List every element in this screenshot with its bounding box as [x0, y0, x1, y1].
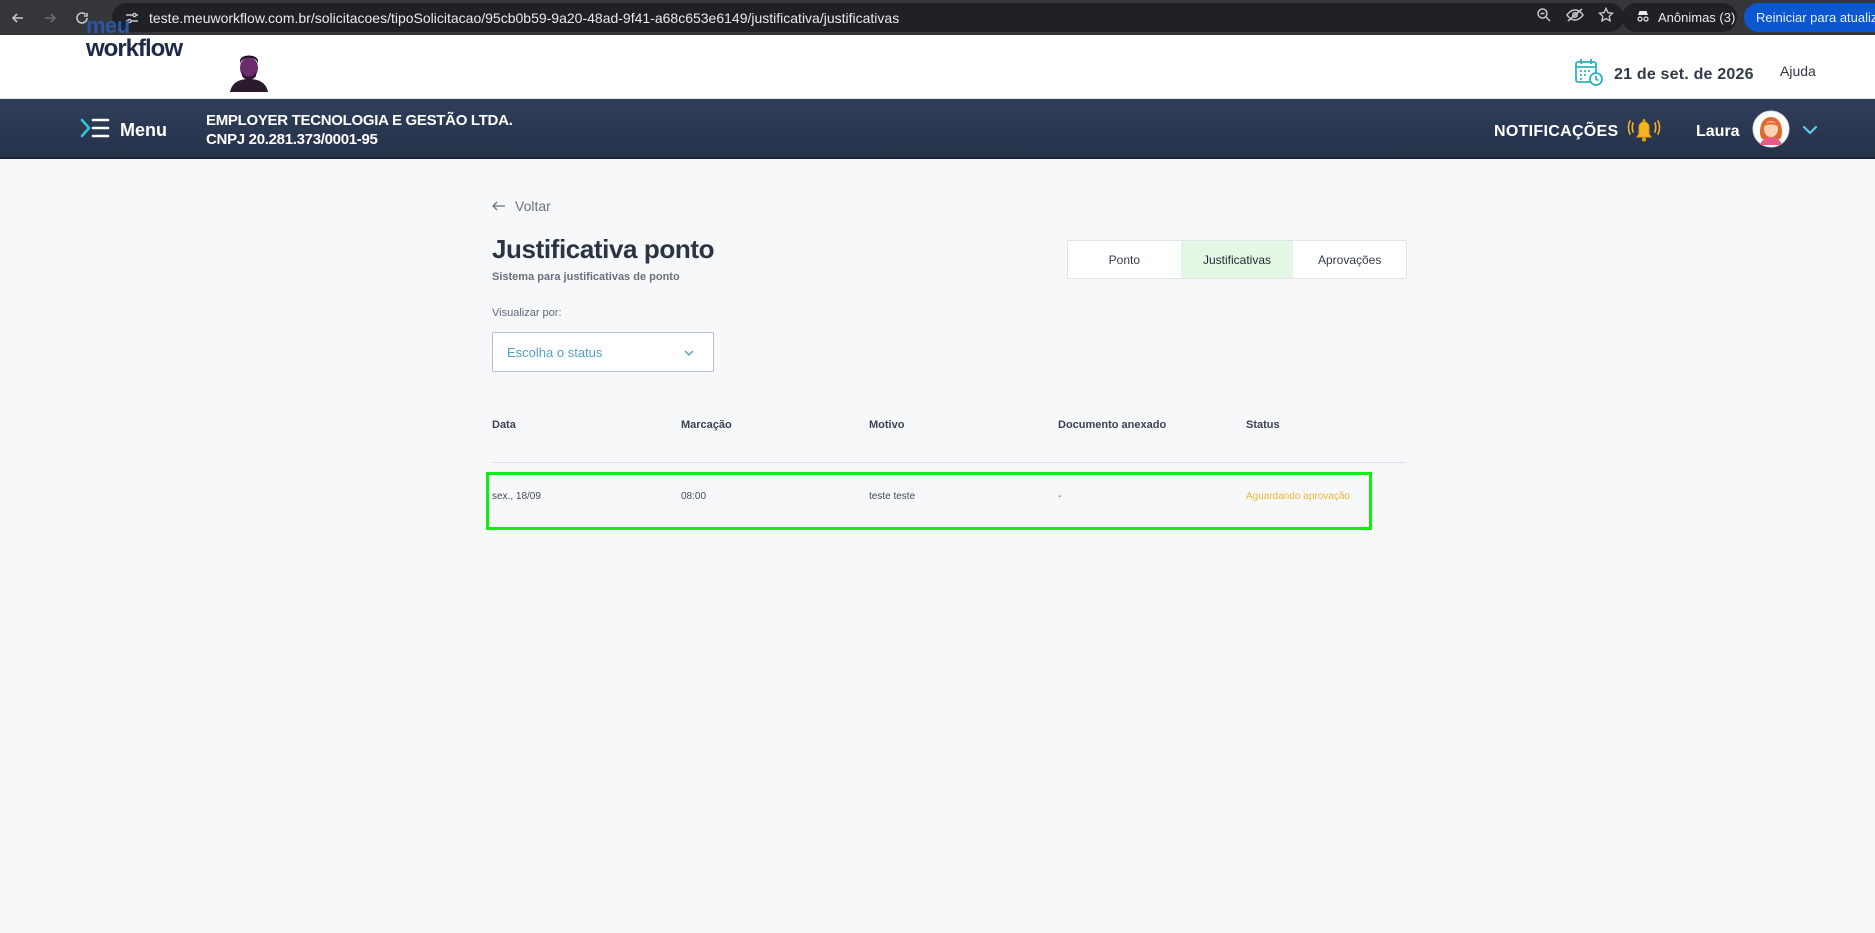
company-name: EMPLOYER TECNOLOGIA E GESTÃO LTDA.	[206, 112, 513, 129]
incognito-label: Anônimas (3)	[1658, 10, 1736, 25]
help-link[interactable]: Ajuda	[1780, 63, 1816, 79]
company-photo	[226, 52, 272, 92]
logo-line1: meu	[86, 13, 130, 38]
back-link[interactable]: Voltar	[492, 198, 551, 214]
incognito-indicator[interactable]: Anônimas (3)	[1622, 3, 1737, 32]
table-row[interactable]	[486, 472, 1372, 530]
menu-icon	[80, 117, 110, 144]
column-header-documento: Documento anexado	[1058, 419, 1167, 431]
meuworkflow-logo[interactable]: meu workflow	[86, 13, 183, 62]
user-avatar-icon	[1752, 110, 1790, 153]
date-text: 21 de set. de 2026	[1614, 65, 1754, 83]
eye-off-icon[interactable]	[1566, 7, 1584, 28]
status-select-placeholder: Escolha o status	[507, 344, 603, 360]
url-text: teste.meuworkflow.com.br/solicitacoes/ti…	[149, 9, 900, 26]
logo-line2: workflow	[86, 34, 183, 62]
restart-to-update-button[interactable]: Reiniciar para atualizar	[1744, 3, 1875, 32]
arrow-left-icon	[492, 198, 506, 214]
calendar-clock-icon	[1574, 57, 1604, 92]
current-date: 21 de set. de 2026	[1574, 57, 1754, 92]
bookmark-star-icon[interactable]	[1597, 6, 1615, 28]
view-by-label: Visualizar por:	[492, 307, 562, 319]
column-header-marcacao: Marcação	[681, 419, 732, 431]
cell-motivo: teste teste	[869, 491, 916, 502]
cell-data: sex., 18/09	[492, 491, 541, 502]
chevron-down-icon[interactable]	[1802, 123, 1818, 141]
chevron-down-icon	[683, 346, 695, 361]
back-label: Voltar	[515, 198, 551, 214]
page-subtitle: Sistema para justificativas de ponto	[492, 271, 680, 283]
browser-toolbar: teste.meuworkflow.com.br/solicitacoes/ti…	[0, 0, 1875, 35]
notifications-button[interactable]: NOTIFICAÇÕES	[1494, 113, 1661, 150]
menu-button[interactable]: Menu	[80, 117, 167, 144]
tab-justificativas[interactable]: Justificativas	[1180, 241, 1294, 278]
top-navbar: Menu EMPLOYER TECNOLOGIA E GESTÃO LTDA. …	[0, 99, 1875, 159]
tab-ponto[interactable]: Ponto	[1068, 241, 1181, 278]
status-badge: Aguardando aprovação	[1246, 491, 1350, 502]
user-menu[interactable]: Laura	[1696, 110, 1818, 153]
section-tabs: Ponto Justificativas Aprovações	[1067, 240, 1407, 279]
zoom-icon[interactable]	[1536, 7, 1552, 28]
user-name: Laura	[1696, 122, 1740, 140]
incognito-icon	[1636, 9, 1650, 26]
column-header-status: Status	[1246, 419, 1280, 431]
cell-documento: -	[1058, 491, 1062, 502]
status-select[interactable]: Escolha o status	[492, 332, 714, 372]
forward-arrow-icon[interactable]	[36, 4, 64, 32]
column-header-data: Data	[492, 419, 516, 431]
column-header-motivo: Motivo	[869, 419, 905, 431]
ringing-bell-icon	[1627, 113, 1661, 150]
menu-label: Menu	[120, 120, 167, 140]
tab-aprovacoes[interactable]: Aprovações	[1293, 241, 1406, 278]
notifications-label: NOTIFICAÇÕES	[1494, 122, 1619, 140]
page-title: Justificativa ponto	[492, 234, 715, 264]
back-arrow-icon[interactable]	[4, 4, 32, 32]
address-bar[interactable]: teste.meuworkflow.com.br/solicitacoes/ti…	[112, 3, 1624, 32]
table-divider	[492, 462, 1406, 463]
company-info: EMPLOYER TECNOLOGIA E GESTÃO LTDA. CNPJ …	[206, 111, 513, 149]
company-cnpj: CNPJ 20.281.373/0001-95	[206, 131, 378, 148]
cell-marcacao: 08:00	[681, 491, 707, 502]
